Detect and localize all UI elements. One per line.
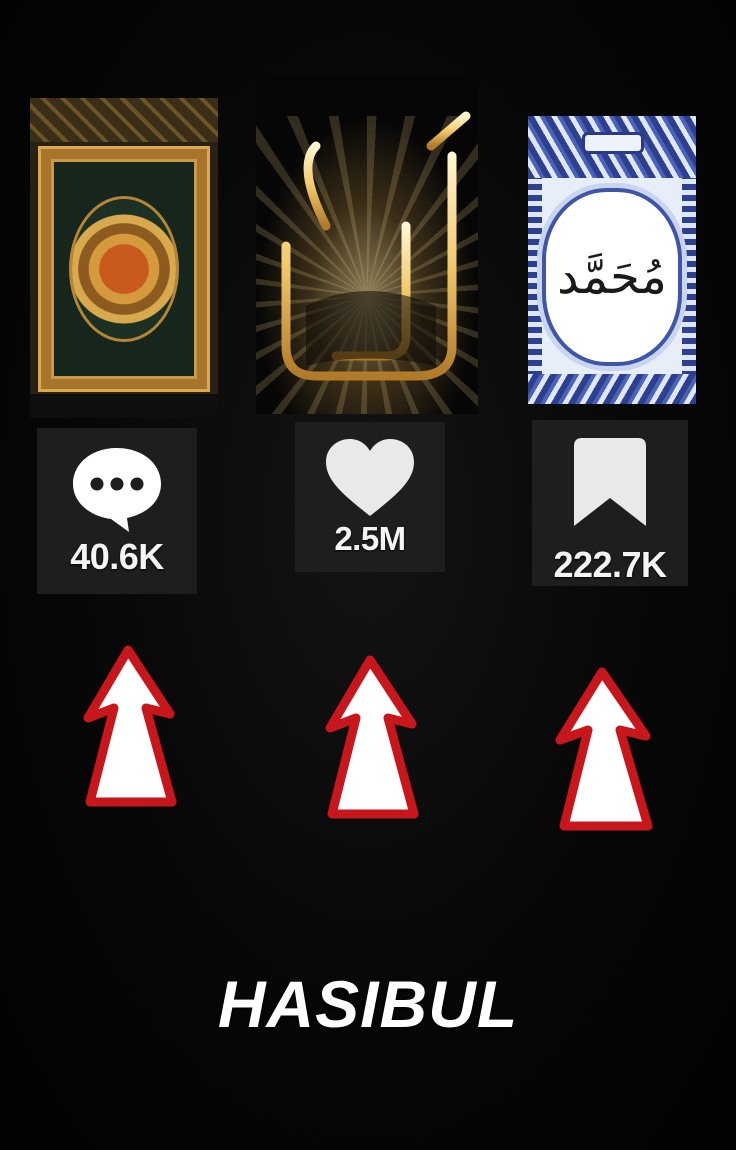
muhammad-calligraphy-text: مُحَمَّد: [557, 249, 667, 305]
likes-count: 2.5M: [334, 520, 406, 557]
quran-cover: [38, 146, 210, 392]
allah-calligraphy-shape: [281, 79, 471, 381]
comments-count: 40.6K: [70, 536, 164, 577]
quran-medallion: [72, 199, 176, 339]
quran-top-pattern: [30, 98, 218, 142]
watermark-text: HASIBUL: [217, 967, 519, 1041]
up-arrow-icon: [83, 645, 177, 807]
saves-count: 222.7K: [553, 544, 667, 585]
comment-bubble-icon[interactable]: [67, 442, 167, 534]
muhammad-plaque: [582, 132, 644, 154]
quran-cover-image: [30, 98, 218, 418]
comments-stat[interactable]: 40.6K: [37, 428, 197, 594]
likes-stat[interactable]: 2.5M: [295, 422, 445, 572]
up-arrow-icon: [325, 655, 419, 819]
quran-bottom-edge: [30, 394, 218, 418]
saves-stat[interactable]: 222.7K: [532, 420, 688, 586]
muhammad-left-border: [528, 178, 542, 388]
heart-icon[interactable]: [322, 436, 418, 520]
up-arrow-icon: [555, 667, 653, 831]
muhammad-right-border: [682, 178, 696, 388]
muhammad-calligraphy-image: مُحَمَّد: [528, 116, 696, 404]
allah-calligraphy-image: [256, 76, 478, 414]
muhammad-bottom-pattern: [528, 374, 696, 404]
bookmark-icon[interactable]: [568, 434, 652, 530]
quran-inner-frame: [51, 159, 197, 379]
